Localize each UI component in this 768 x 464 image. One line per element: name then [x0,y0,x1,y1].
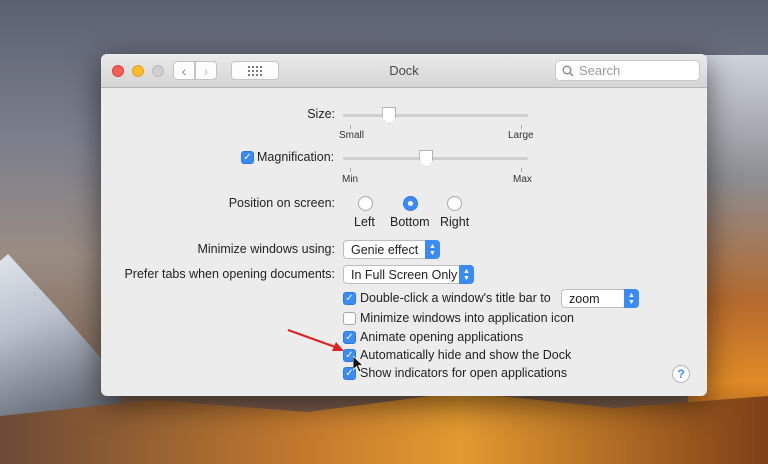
show-indicators-label: Show indicators for open applications [360,366,568,380]
dock-preferences-window: ‹ › Dock Search Size: Small Large ✓ Magn… [101,54,707,396]
help-icon: ? [677,367,685,381]
minimize-into-icon-label: Minimize windows into application icon [360,311,574,325]
size-slider-track[interactable] [343,114,528,117]
magnification-slider-thumb[interactable] [419,150,434,167]
position-right-radio[interactable] [447,196,462,211]
help-button[interactable]: ? [672,365,690,383]
magnification-tick-min [350,168,351,172]
minimize-effect-popup[interactable]: Genie effect ▲ ▼ [343,240,440,259]
size-slider-thumb[interactable] [382,107,397,124]
magnification-min-label: Min [342,174,359,185]
title-bar: ‹ › Dock Search [101,54,707,88]
magnification-checkbox[interactable]: ✓ [241,151,254,164]
autohide-dock-label: Automatically hide and show the Dock [360,348,572,362]
minimize-into-icon-checkbox[interactable] [343,312,356,325]
position-left-label: Left [354,215,375,229]
magnification-max-label: Max [513,174,532,185]
annotation-arrow [287,329,344,351]
mouse-cursor-icon [353,356,365,373]
prefer-tabs-popup[interactable]: In Full Screen Only ▲ ▼ [343,265,474,284]
size-tick-max [521,125,522,129]
double-click-action-value: zoom [569,291,600,306]
double-click-checkbox[interactable]: ✓ [343,292,356,305]
animate-opening-label: Animate opening applications [360,330,524,344]
checkmark-icon: ✓ [345,292,354,304]
prefer-tabs-value: In Full Screen Only [351,267,458,282]
position-bottom-radio[interactable] [403,196,418,211]
checkmark-icon: ✓ [243,151,252,163]
double-click-label: Double-click a window's title bar to [360,291,551,305]
prefer-tabs-label: Prefer tabs when opening documents: [124,267,335,281]
minimize-label: Minimize windows using: [197,242,335,256]
position-label: Position on screen: [228,196,335,210]
size-min-label: Small [339,130,365,141]
minimize-effect-value: Genie effect [351,242,419,257]
magnification-label: Magnification: [257,150,335,164]
popup-arrows-icon: ▲ ▼ [624,289,639,308]
double-click-action-popup[interactable]: zoom ▲ ▼ [561,289,639,308]
size-tick-min [350,125,351,129]
size-label: Size: [307,107,335,121]
search-placeholder: Search [579,63,621,78]
position-bottom-label: Bottom [390,215,430,229]
popup-arrows-icon: ▲ ▼ [425,240,440,259]
position-right-label: Right [440,215,470,229]
search-icon [562,65,574,77]
popup-arrows-icon: ▲ ▼ [459,265,474,284]
search-field[interactable]: Search [555,60,700,81]
position-left-radio[interactable] [358,196,373,211]
size-max-label: Large [508,130,534,141]
magnification-slider-track[interactable] [343,157,528,160]
magnification-tick-max [521,168,522,172]
